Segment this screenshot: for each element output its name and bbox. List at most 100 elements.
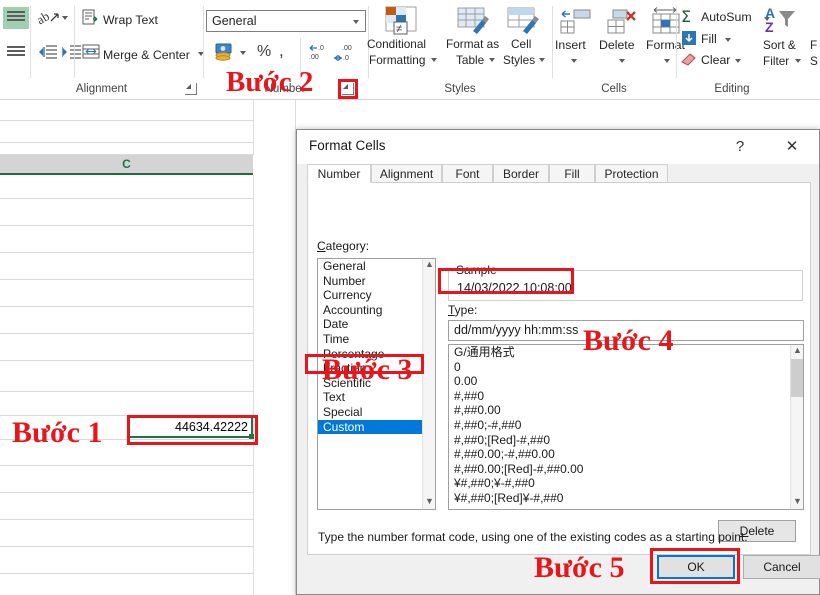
category-item-special[interactable]: Special bbox=[318, 405, 423, 420]
format-code-item[interactable]: #,##0;-#,##0 bbox=[449, 418, 789, 433]
percent-style-button[interactable]: % bbox=[257, 43, 271, 61]
align-center-icon[interactable] bbox=[3, 7, 29, 29]
grid-line bbox=[0, 573, 253, 574]
fill-caret-icon[interactable] bbox=[725, 38, 731, 42]
format-code-item[interactable]: #,##0;[Red]-#,##0 bbox=[449, 433, 789, 448]
scroll-down-icon[interactable]: ▼ bbox=[791, 496, 803, 509]
ribbon-group-editing: Σ AutoSum Fill Clear A Z Sort & Filter F… bbox=[677, 0, 820, 100]
format-code-item[interactable]: #,##0.00;[Red]-#,##0.00 bbox=[449, 462, 789, 477]
ribbon-group-cells: Insert Delete Format Cells bbox=[553, 0, 685, 100]
wrap-text-icon[interactable] bbox=[82, 9, 100, 29]
scroll-down-icon[interactable]: ▼ bbox=[423, 496, 435, 509]
format-as-table-label-1[interactable]: Format as bbox=[446, 37, 499, 51]
category-item-accounting[interactable]: Accounting bbox=[318, 303, 423, 318]
close-icon[interactable]: ✕ bbox=[769, 130, 815, 164]
dialog-titlebar[interactable]: Format Cells ? ✕ bbox=[297, 130, 819, 164]
delete-label[interactable]: Delete bbox=[599, 38, 635, 52]
category-item-currency[interactable]: Currency bbox=[318, 288, 423, 303]
align-justify-icon[interactable] bbox=[3, 42, 29, 62]
clear-caret-icon[interactable] bbox=[735, 59, 741, 63]
format-as-table-caret-icon[interactable] bbox=[489, 58, 495, 62]
format-code-item[interactable]: #,##0.00;-#,##0.00 bbox=[449, 447, 789, 462]
tab-number[interactable]: Number bbox=[307, 164, 371, 183]
number-format-combo[interactable]: General bbox=[206, 10, 366, 32]
grid-line bbox=[0, 198, 253, 199]
scroll-up-icon[interactable]: ▲ bbox=[791, 345, 803, 358]
conditional-formatting-label-2[interactable]: Formatting bbox=[369, 53, 425, 67]
sort-filter-icon[interactable]: A Z bbox=[765, 5, 801, 38]
number-format-caret-icon[interactable] bbox=[353, 20, 359, 24]
wrap-text-label[interactable]: Wrap Text bbox=[103, 13, 158, 27]
cell-styles-icon[interactable] bbox=[507, 7, 541, 38]
insert-cells-icon[interactable] bbox=[560, 8, 592, 38]
scroll-thumb[interactable] bbox=[791, 359, 803, 397]
tab-font[interactable]: Font bbox=[442, 164, 493, 183]
delete-cells-icon[interactable] bbox=[607, 8, 639, 38]
category-item-number[interactable]: Number bbox=[318, 274, 423, 289]
decrease-indent-icon[interactable] bbox=[38, 44, 58, 63]
delete-caret-icon[interactable] bbox=[619, 59, 625, 63]
increase-decimal-icon[interactable]: .0 .00 bbox=[308, 44, 328, 64]
tab-protection[interactable]: Protection bbox=[595, 164, 668, 183]
conditional-formatting-icon[interactable]: ≠ bbox=[385, 6, 419, 39]
format-code-listbox[interactable]: G/通用格式 0 0.00 #,##0 #,##0.00 #,##0;-#,##… bbox=[448, 344, 804, 510]
tab-alignment[interactable]: Alignment bbox=[371, 164, 442, 183]
find-label-2[interactable]: S bbox=[810, 54, 818, 68]
help-icon[interactable]: ? bbox=[717, 130, 763, 164]
format-code-item[interactable]: ¥#,##0;¥-#,##0 bbox=[449, 476, 789, 491]
clear-icon[interactable] bbox=[681, 52, 697, 70]
format-as-table-label-2[interactable]: Table bbox=[456, 53, 484, 67]
category-item-general[interactable]: General bbox=[318, 259, 423, 274]
tab-border[interactable]: Border bbox=[493, 164, 549, 183]
format-caret-icon[interactable] bbox=[664, 59, 670, 63]
alignment-dialog-launcher[interactable] bbox=[185, 83, 197, 95]
orientation-icon[interactable]: ab bbox=[34, 8, 60, 31]
format-code-item[interactable]: 0 bbox=[449, 360, 789, 375]
format-code-scrollbar[interactable]: ▲ ▼ bbox=[790, 345, 803, 509]
category-scrollbar[interactable]: ▲ ▼ bbox=[422, 259, 435, 509]
format-code-item[interactable]: 0.00 bbox=[449, 374, 789, 389]
category-item-text[interactable]: Text bbox=[318, 390, 423, 405]
accounting-format-icon[interactable] bbox=[215, 43, 235, 64]
increase-indent-icon[interactable] bbox=[61, 44, 82, 63]
fill-label[interactable]: Fill bbox=[701, 32, 717, 46]
conditional-formatting-caret-icon[interactable] bbox=[431, 58, 437, 62]
comma-style-button[interactable]: , bbox=[279, 41, 284, 61]
format-as-table-icon[interactable] bbox=[457, 7, 491, 38]
clear-label[interactable]: Clear bbox=[701, 53, 730, 67]
category-item-date[interactable]: Date bbox=[318, 317, 423, 332]
scroll-up-icon[interactable]: ▲ bbox=[423, 259, 435, 272]
decrease-decimal-icon[interactable]: .00 .0 bbox=[334, 44, 356, 64]
autosum-label[interactable]: AutoSum bbox=[701, 10, 752, 24]
orientation-caret-icon[interactable] bbox=[62, 16, 68, 20]
sort-filter-caret-icon[interactable] bbox=[795, 59, 801, 63]
format-code-item[interactable]: ¥#,##0;[Red]¥-#,##0 bbox=[449, 491, 789, 506]
cell-styles-label-1[interactable]: Cell bbox=[511, 37, 531, 51]
format-code-item[interactable]: #,##0.00 bbox=[449, 403, 789, 418]
format-code-item[interactable]: #,##0 bbox=[449, 389, 789, 404]
merge-center-label[interactable]: Merge & Center bbox=[103, 48, 190, 62]
cell-styles-label-2[interactable]: Styles bbox=[503, 53, 535, 67]
number-dialog-launcher[interactable] bbox=[342, 83, 354, 95]
autosum-icon[interactable]: Σ bbox=[681, 7, 691, 26]
merge-center-icon[interactable] bbox=[82, 44, 100, 63]
ok-button[interactable]: OK bbox=[657, 555, 735, 579]
selected-cell[interactable]: 44634.42222 bbox=[128, 416, 254, 439]
sort-filter-label-2[interactable]: Filter bbox=[763, 54, 789, 68]
accounting-caret-icon[interactable] bbox=[240, 51, 246, 55]
cancel-button[interactable]: Cancel bbox=[743, 555, 820, 579]
tab-fill[interactable]: Fill bbox=[549, 164, 595, 183]
fill-handle[interactable] bbox=[249, 434, 254, 439]
find-label-1[interactable]: F bbox=[810, 38, 817, 52]
cell-styles-caret-icon[interactable] bbox=[539, 58, 545, 62]
fill-icon[interactable] bbox=[682, 31, 696, 48]
column-header-c[interactable]: C bbox=[0, 155, 253, 175]
category-item-custom[interactable]: Custom bbox=[318, 419, 423, 435]
insert-caret-icon[interactable] bbox=[571, 59, 577, 63]
category-items: General Number Currency Accounting Date … bbox=[318, 259, 423, 435]
svg-text:.0: .0 bbox=[318, 45, 324, 52]
conditional-formatting-label-1[interactable]: Conditional bbox=[367, 37, 426, 51]
sort-filter-label-1[interactable]: Sort & bbox=[763, 38, 796, 52]
category-item-time[interactable]: Time bbox=[318, 332, 423, 347]
insert-label[interactable]: Insert bbox=[555, 38, 586, 52]
